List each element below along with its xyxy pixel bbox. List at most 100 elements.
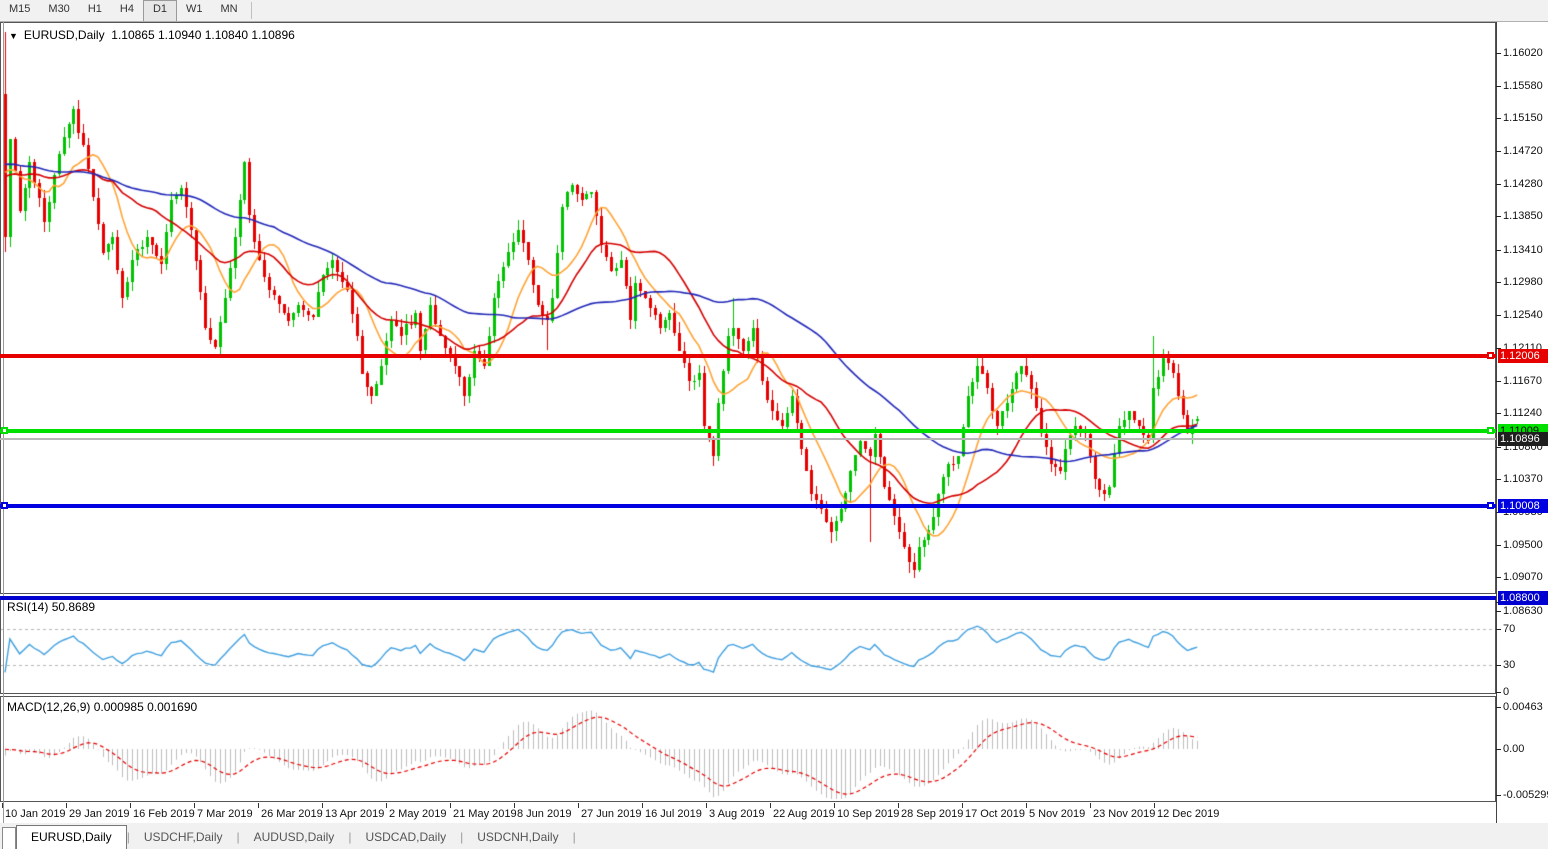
toolbar-separator [251,2,252,19]
timeframe-button-mn[interactable]: MN [212,0,247,21]
current-price-line [0,438,1496,440]
macd-label: MACD(12,26,9) 0.000985 0.001690 [7,700,197,714]
date-tick-label: 16 Feb 2019 [133,808,195,820]
date-tick-mark [450,803,451,808]
rsi-tick-label: 30 [1503,659,1515,671]
price-tick-mark [1496,53,1501,54]
chart-region: ▼EURUSD,Daily 1.10865 1.10940 1.10840 1.… [0,22,1548,823]
date-tick-label: 13 Apr 2019 [325,808,384,820]
price-tick-label: 1.16020 [1503,47,1543,59]
date-tick-label: 26 Mar 2019 [261,808,323,820]
date-axis[interactable]: 10 Jan 201929 Jan 201916 Feb 20197 Mar 2… [0,803,1548,824]
price-tick-mark [1496,577,1501,578]
price-tick-label: 1.14280 [1503,178,1543,190]
price-axis-border [1496,22,1497,823]
date-tick-mark [258,803,259,808]
date-tick-mark [706,803,707,808]
tab-separator: | [573,826,576,849]
date-tick-label: 22 Aug 2019 [773,808,835,820]
price-tick-mark [1496,216,1501,217]
date-tick-label: 8 Jun 2019 [517,808,571,820]
chart-tab-bar: EURUSD,Daily|USDCHF,Daily|AUDUSD,Daily|U… [0,823,1548,849]
timeframe-button-w1[interactable]: W1 [177,0,212,21]
tab-usdcad-daily[interactable]: USDCAD,Daily [351,826,460,849]
date-tick-label: 7 Mar 2019 [197,808,253,820]
line-handle-left-resistance-green[interactable] [1,427,8,434]
hline-support-blue[interactable] [0,504,1496,508]
price-tick-mark [1496,151,1501,152]
price-tick-mark [1496,184,1501,185]
price-tick-label: 1.12980 [1503,276,1543,288]
date-tick-label: 27 Jun 2019 [581,808,642,820]
line-handle-right-resistance-green[interactable] [1487,427,1494,434]
macd-value-signal: 0.001690 [147,700,197,714]
date-tick-mark [1026,803,1027,808]
date-tick-label: 29 Jan 2019 [69,808,130,820]
rsi-name: RSI(14) [7,600,48,614]
timeframe-button-m30[interactable]: M30 [39,0,78,21]
macd-canvas[interactable] [1,697,1495,801]
hline-resistance-red[interactable] [0,354,1496,358]
rsi-tick-mark [1496,629,1501,630]
price-tag-support-blue-low: 1.08800 [1498,591,1548,605]
timeframe-button-h4[interactable]: H4 [111,0,143,21]
price-tick-label: 1.14720 [1503,145,1543,157]
date-tick-mark [514,803,515,808]
macd-tick-label: 0.00 [1503,743,1524,755]
chart-ohlc-values: 1.10865 1.10940 1.10840 1.10896 [111,28,295,42]
price-tick-mark [1496,118,1501,119]
date-tick-mark [66,803,67,808]
hline-resistance-green[interactable] [0,429,1496,433]
price-tick-label: 1.12540 [1503,309,1543,321]
rsi-tick-mark [1496,692,1501,693]
price-tag-resistance-red: 1.12006 [1498,349,1548,363]
price-tick-mark [1496,611,1501,612]
timeframe-button-m15[interactable]: M15 [0,0,39,21]
rsi-tick-mark [1496,665,1501,666]
timeframe-toolbar: M15M30H1H4D1W1MN [0,0,1548,22]
timeframe-button-d1[interactable]: D1 [143,0,177,21]
price-tick-mark [1496,413,1501,414]
price-tick-label: 1.09500 [1503,539,1543,551]
price-tick-label: 1.09070 [1503,571,1543,583]
date-tick-mark [1090,803,1091,808]
tab-audusd-daily[interactable]: AUDUSD,Daily [240,826,349,849]
date-tick-label: 23 Nov 2019 [1093,808,1155,820]
rsi-value: 50.8689 [52,600,95,614]
rsi-label: RSI(14) 50.8689 [7,600,95,614]
date-tick-mark [1154,803,1155,808]
price-tick-mark [1496,250,1501,251]
price-tag-support-blue: 1.10008 [1498,499,1548,513]
rsi-panel: RSI(14) 50.8689 [0,596,1496,694]
price-tick-label: 1.11240 [1503,407,1542,419]
price-tick-mark [1496,447,1501,448]
date-tick-mark [770,803,771,808]
tab-eurusd-daily[interactable]: EURUSD,Daily [16,825,127,849]
price-tick-label: 1.15580 [1503,80,1543,92]
current-price-tag: 1.10896 [1498,432,1548,446]
line-handle-right-resistance-red[interactable] [1487,352,1494,359]
timeframe-button-h1[interactable]: H1 [79,0,111,21]
tab-usdchf-daily[interactable]: USDCHF,Daily [130,826,237,849]
date-tick-mark [642,803,643,808]
date-tick-label: 16 Jul 2019 [645,808,702,820]
line-handle-right-support-blue[interactable] [1487,502,1494,509]
date-tick-label: 21 May 2019 [453,808,517,820]
macd-tick-label: 0.00463 [1503,701,1543,713]
hline-support-blue-low[interactable] [0,596,1496,600]
date-tick-mark [898,803,899,808]
macd-name: MACD(12,26,9) [7,700,90,714]
chart-left-frame [3,22,4,823]
price-tick-mark [1496,479,1501,480]
mt4-window: M15M30H1H4D1W1MN ▼EURUSD,Daily 1.10865 1… [0,0,1548,849]
date-tick-mark [386,803,387,808]
rsi-tick-label: 70 [1503,623,1515,635]
price-tick-mark [1496,86,1501,87]
date-tick-mark [322,803,323,808]
tab-usdcnh-daily[interactable]: USDCNH,Daily [463,826,572,849]
rsi-canvas[interactable] [1,597,1495,693]
date-tick-label: 10 Sep 2019 [837,808,899,820]
date-tick-label: 17 Oct 2019 [965,808,1025,820]
chart-dropdown-icon[interactable]: ▼ [9,31,18,41]
line-handle-left-support-blue[interactable] [1,502,8,509]
